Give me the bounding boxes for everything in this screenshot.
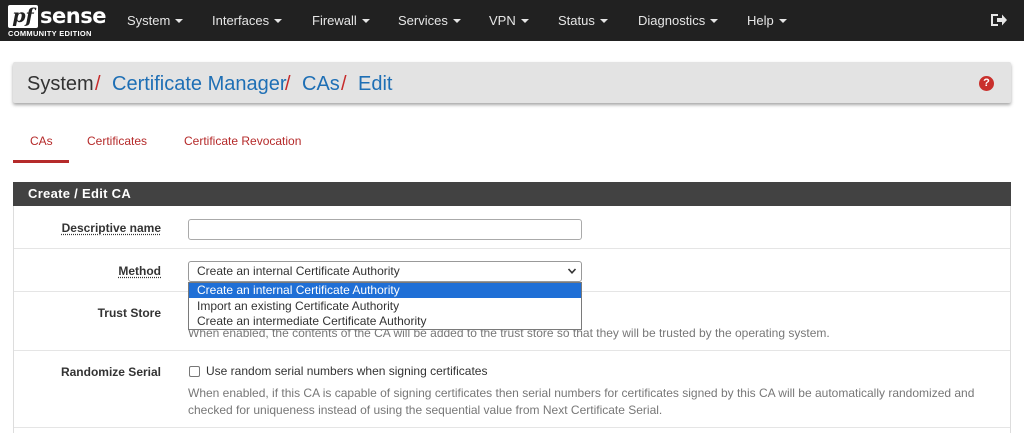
nav-vpn-label: VPN xyxy=(489,13,516,28)
method-select[interactable]: Create an internal Certificate Authority xyxy=(188,261,582,282)
nav-services[interactable]: Services xyxy=(398,0,461,41)
nav-diagnostics-label: Diagnostics xyxy=(638,13,706,28)
breadcrumb-link-cas[interactable]: CAs xyxy=(302,72,340,96)
logo-word: sense xyxy=(40,4,106,28)
randomize-serial-label: Randomize Serial xyxy=(60,365,161,379)
nav-firewall-label: Firewall xyxy=(312,13,357,28)
nav-status[interactable]: Status xyxy=(558,0,608,41)
caret-down-icon xyxy=(361,18,370,23)
nav-system[interactable]: System xyxy=(127,0,184,41)
active-tab-indicator xyxy=(13,160,69,163)
caret-down-icon xyxy=(274,18,283,23)
descriptive-name-label: Descriptive name xyxy=(61,221,161,235)
nav-status-label: Status xyxy=(558,13,595,28)
nav-help[interactable]: Help xyxy=(747,0,787,41)
randomize-serial-checkbox-label[interactable]: Use random serial numbers when signing c… xyxy=(206,363,487,379)
panel-title: Create / Edit CA xyxy=(13,182,1011,206)
question-circle-icon[interactable]: ? xyxy=(979,76,994,91)
nav-firewall[interactable]: Firewall xyxy=(312,0,370,41)
nav-interfaces-label: Interfaces xyxy=(212,13,270,28)
breadcrumb-separator: / xyxy=(95,73,101,95)
method-option[interactable]: Create an intermediate Certificate Autho… xyxy=(189,314,581,329)
caret-down-icon xyxy=(778,18,787,23)
pfsense-logo[interactable]: pf sense COMMUNITY EDITION xyxy=(8,4,106,38)
nav-interfaces[interactable]: Interfaces xyxy=(212,0,283,41)
caret-down-icon xyxy=(520,18,529,23)
breadcrumb-separator: / xyxy=(285,73,291,95)
chevron-down-icon xyxy=(567,268,577,274)
breadcrumb-link-edit[interactable]: Edit xyxy=(358,72,392,96)
row-divider xyxy=(14,427,1010,428)
nav-help-label: Help xyxy=(747,13,774,28)
breadcrumb-root: System xyxy=(27,73,94,95)
breadcrumb-separator: / xyxy=(341,73,347,95)
method-option[interactable]: Create an internal Certificate Authority xyxy=(189,283,581,298)
descriptive-name-input[interactable] xyxy=(188,219,582,240)
method-label: Method xyxy=(118,264,161,278)
breadcrumb-link-certificate-manager[interactable]: Certificate Manager xyxy=(112,72,287,96)
method-option[interactable]: Import an existing Certificate Authority xyxy=(189,299,581,314)
randomize-serial-checkbox[interactable] xyxy=(189,366,200,377)
method-dropdown-list: Create an internal Certificate Authority… xyxy=(188,282,582,330)
tab-certificates[interactable]: Certificates xyxy=(87,134,147,148)
randomize-serial-help-line2: checked for uniqueness instead of using … xyxy=(188,403,663,417)
logo-mark: pf xyxy=(8,5,38,28)
tab-certificate-revocation[interactable]: Certificate Revocation xyxy=(184,134,301,148)
sign-out-icon[interactable] xyxy=(990,12,1008,28)
caret-down-icon xyxy=(710,18,719,23)
logo-edition: COMMUNITY EDITION xyxy=(8,29,92,38)
caret-down-icon xyxy=(452,18,461,23)
nav-vpn[interactable]: VPN xyxy=(489,0,529,41)
caret-down-icon xyxy=(599,18,608,23)
trust-store-label: Trust Store xyxy=(97,306,161,320)
row-divider xyxy=(14,248,1010,249)
caret-down-icon xyxy=(175,18,184,23)
row-divider xyxy=(14,350,1010,351)
tab-cas[interactable]: CAs xyxy=(30,134,53,148)
nav-system-label: System xyxy=(127,13,171,28)
nav-diagnostics[interactable]: Diagnostics xyxy=(638,0,719,41)
nav-services-label: Services xyxy=(398,13,448,28)
method-selected-value: Create an internal Certificate Authority xyxy=(197,264,400,278)
top-navbar: pf sense COMMUNITY EDITION System Interf… xyxy=(0,0,1024,41)
